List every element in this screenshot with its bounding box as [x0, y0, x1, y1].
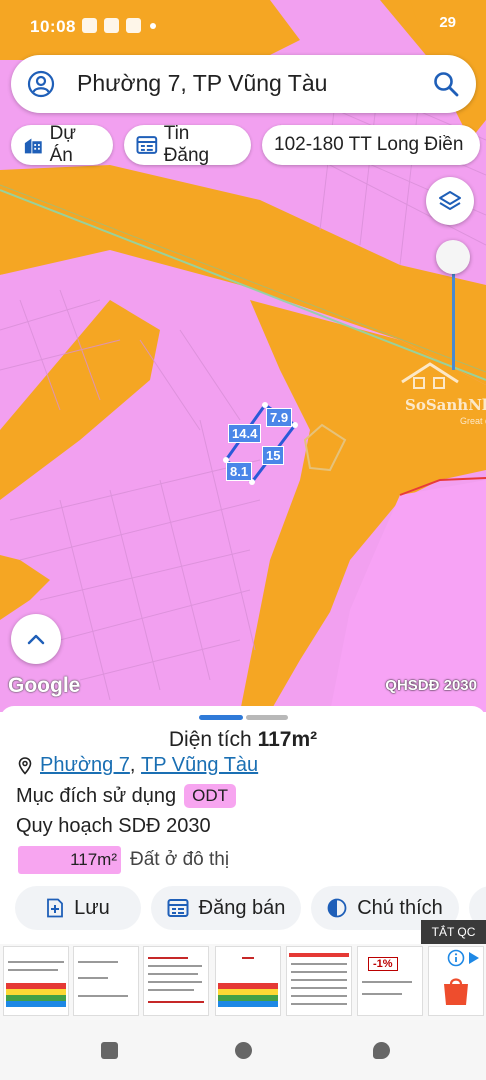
- chip-label: Tin Đăng: [163, 123, 210, 166]
- parcel-edge-label: 7.9: [266, 408, 293, 427]
- listing-icon: [167, 899, 189, 917]
- info-icon[interactable]: [447, 949, 465, 967]
- watermark: SoSanhNha Great deal: [400, 360, 486, 426]
- contrast-icon: [327, 898, 347, 918]
- status-battery: 29: [439, 14, 456, 31]
- save-button[interactable]: Lưu: [15, 886, 141, 930]
- back-button[interactable]: [373, 1042, 390, 1059]
- building-icon: [24, 138, 42, 154]
- layers-button[interactable]: [426, 177, 474, 225]
- purpose-row: Mục đích sử dụng ODT: [16, 784, 237, 808]
- status-bar: 10:08 29: [0, 0, 486, 52]
- chip-du-an[interactable]: Dự Án: [11, 123, 113, 166]
- ad-banner[interactable]: -1%: [0, 944, 486, 1020]
- search-bar[interactable]: Phường 7, TP Vũng Tàu: [11, 55, 476, 113]
- ad-choices-icon[interactable]: [465, 949, 483, 967]
- area-value: 117m²: [257, 728, 318, 751]
- expand-button[interactable]: [11, 614, 61, 664]
- house-logo-icon: [401, 362, 459, 389]
- watermark-subtitle: Great deal: [460, 416, 486, 426]
- purpose-label: Mục đích sử dụng: [16, 784, 177, 807]
- account-icon[interactable]: [27, 70, 55, 98]
- legend-area: 117m²: [70, 850, 117, 869]
- listing-icon: [136, 136, 158, 154]
- ward-link[interactable]: Phường 7: [40, 754, 130, 777]
- recent-apps-button[interactable]: [101, 1042, 118, 1059]
- location-row: Phường 7 , TP Vũng Tàu: [18, 754, 258, 777]
- ad-thumbnail[interactable]: [428, 946, 484, 1016]
- plan-layer-label: QHSDĐ 2030: [385, 677, 477, 694]
- opacity-slider-track[interactable]: [452, 270, 455, 370]
- city-link[interactable]: TP Vũng Tàu: [141, 754, 258, 777]
- chip-label: 102-180 TT Long Điền: [274, 134, 464, 155]
- google-logo: Google: [8, 674, 81, 697]
- ad-thumbnail[interactable]: -1%: [357, 946, 423, 1016]
- ad-thumbnail[interactable]: [143, 946, 209, 1016]
- ad-thumbnail[interactable]: [286, 946, 352, 1016]
- post-sale-label: Đăng bán: [198, 896, 286, 919]
- ad-thumbnail[interactable]: [3, 946, 69, 1016]
- map-view[interactable]: 10:08 29 Phường 7, TP Vũng Tàu Dự Án Tin…: [0, 0, 486, 712]
- sheet-handle[interactable]: [246, 715, 288, 720]
- area-title: Diện tích 117m²: [0, 728, 486, 752]
- parcel-edge-label: 14.4: [228, 424, 262, 443]
- post-sale-button[interactable]: Đăng bán: [151, 886, 301, 930]
- chevron-up-icon: [27, 634, 45, 645]
- chip-price-filter[interactable]: 102-180 TT Long Điền: [262, 125, 480, 165]
- notification-icon: [104, 18, 119, 33]
- plan-title: Quy hoạch SDĐ 2030: [16, 815, 211, 837]
- legend-swatch: 117m²: [18, 846, 121, 874]
- legend-text: Đất ở đô thị: [130, 849, 230, 870]
- shopee-bag-icon: [444, 978, 468, 1005]
- info-sheet: Diện tích 117m² Phường 7 , TP Vũng Tàu M…: [0, 706, 486, 942]
- sheet-handle-active[interactable]: [199, 715, 243, 720]
- ad-thumbnail[interactable]: [73, 946, 139, 1016]
- chip-tin-dang[interactable]: Tin Đăng: [124, 123, 251, 166]
- opacity-slider-thumb[interactable]: [436, 240, 470, 274]
- area-label: Diện tích: [168, 728, 252, 751]
- ad-thumbnail[interactable]: [215, 946, 281, 1016]
- save-plus-icon: [47, 898, 64, 918]
- save-label: Lưu: [74, 896, 110, 919]
- search-icon[interactable]: [432, 70, 460, 98]
- home-button[interactable]: [235, 1042, 252, 1059]
- notification-icon: [126, 18, 141, 33]
- purpose-code-badge: ODT: [184, 784, 237, 808]
- location-pin-icon: [18, 756, 32, 775]
- notification-icon: [82, 18, 97, 33]
- search-input[interactable]: Phường 7, TP Vũng Tàu: [77, 70, 327, 97]
- legend-row: 117m² Đất ở đô thị: [18, 846, 229, 874]
- ad-discount-text: -1%: [368, 957, 398, 971]
- parcel-edge-label: 15: [262, 446, 285, 465]
- watermark-title: SoSanhNha: [405, 396, 486, 414]
- status-dot-icon: [150, 23, 156, 29]
- hide-ad-button[interactable]: TẮT QC: [421, 920, 486, 944]
- status-time: 10:08: [30, 17, 76, 36]
- layers-icon: [439, 191, 461, 210]
- legend-button-label: Chú thích: [357, 896, 443, 919]
- chip-label: Dự Án: [49, 123, 77, 166]
- system-nav-bar: [0, 1020, 486, 1080]
- parcel-edge-label: 8.1: [226, 462, 253, 481]
